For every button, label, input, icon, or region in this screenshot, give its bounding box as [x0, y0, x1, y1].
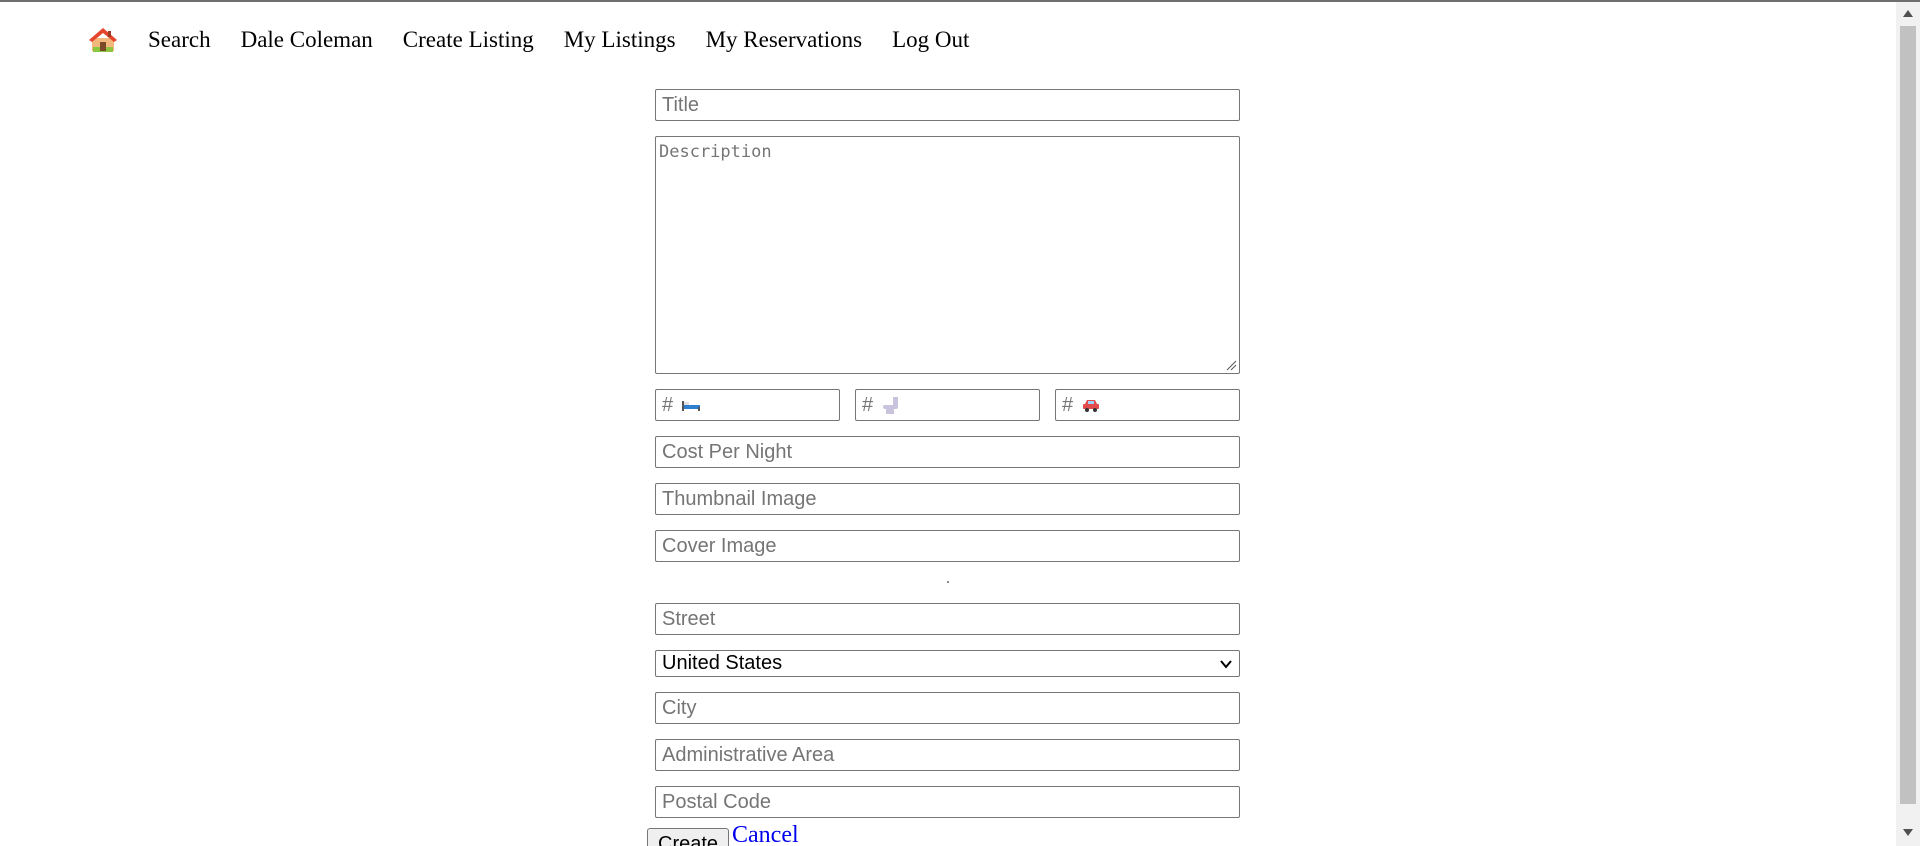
- country-select[interactable]: United States: [655, 650, 1240, 677]
- street-input[interactable]: Street: [655, 603, 1240, 635]
- bedrooms-prefix: #: [662, 394, 674, 416]
- create-button[interactable]: Create: [647, 828, 730, 846]
- scroll-up-arrow-icon[interactable]: [1902, 8, 1914, 20]
- nav-my-listings[interactable]: My Listings: [564, 27, 676, 53]
- country-selected-value: United States: [662, 652, 783, 674]
- car-icon: [1083, 400, 1100, 412]
- cancel-link[interactable]: Cancel: [732, 822, 799, 846]
- chevron-down-icon: [1220, 660, 1232, 669]
- nav-search[interactable]: Search: [148, 27, 211, 53]
- house-icon[interactable]: [88, 25, 118, 55]
- nav-my-reservations[interactable]: My Reservations: [706, 27, 863, 53]
- title-input[interactable]: Title: [655, 89, 1240, 121]
- separator-dot: [947, 581, 949, 583]
- nav-user-profile[interactable]: Dale Coleman: [241, 27, 373, 53]
- bedrooms-input[interactable]: #: [655, 389, 840, 421]
- toilet-icon: [883, 397, 899, 414]
- administrative-area-input[interactable]: Administrative Area: [655, 739, 1240, 771]
- description-placeholder: Description: [659, 142, 772, 162]
- cover-image-input[interactable]: Cover Image: [655, 530, 1240, 562]
- city-input[interactable]: City: [655, 692, 1240, 724]
- bathrooms-input[interactable]: #: [855, 389, 1040, 421]
- postal-code-input[interactable]: Postal Code: [655, 786, 1240, 818]
- bed-icon: [682, 401, 701, 411]
- bathrooms-prefix: #: [862, 394, 874, 416]
- top-navigation: Search Dale Coleman Create Listing My Li…: [88, 24, 999, 56]
- scrollbar-thumb[interactable]: [1900, 26, 1916, 804]
- nav-create-listing[interactable]: Create Listing: [403, 27, 534, 53]
- nav-log-out[interactable]: Log Out: [892, 27, 969, 53]
- cost-per-night-input[interactable]: Cost Per Night: [655, 436, 1240, 468]
- thumbnail-image-input[interactable]: Thumbnail Image: [655, 483, 1240, 515]
- resize-handle-icon[interactable]: [1225, 359, 1237, 371]
- vertical-scrollbar[interactable]: [1896, 2, 1920, 846]
- parking-input[interactable]: #: [1055, 389, 1240, 421]
- parking-prefix: #: [1062, 394, 1074, 416]
- description-textarea[interactable]: Description: [655, 136, 1240, 374]
- window-top-border: [0, 0, 1920, 2]
- scroll-down-arrow-icon[interactable]: [1902, 826, 1914, 838]
